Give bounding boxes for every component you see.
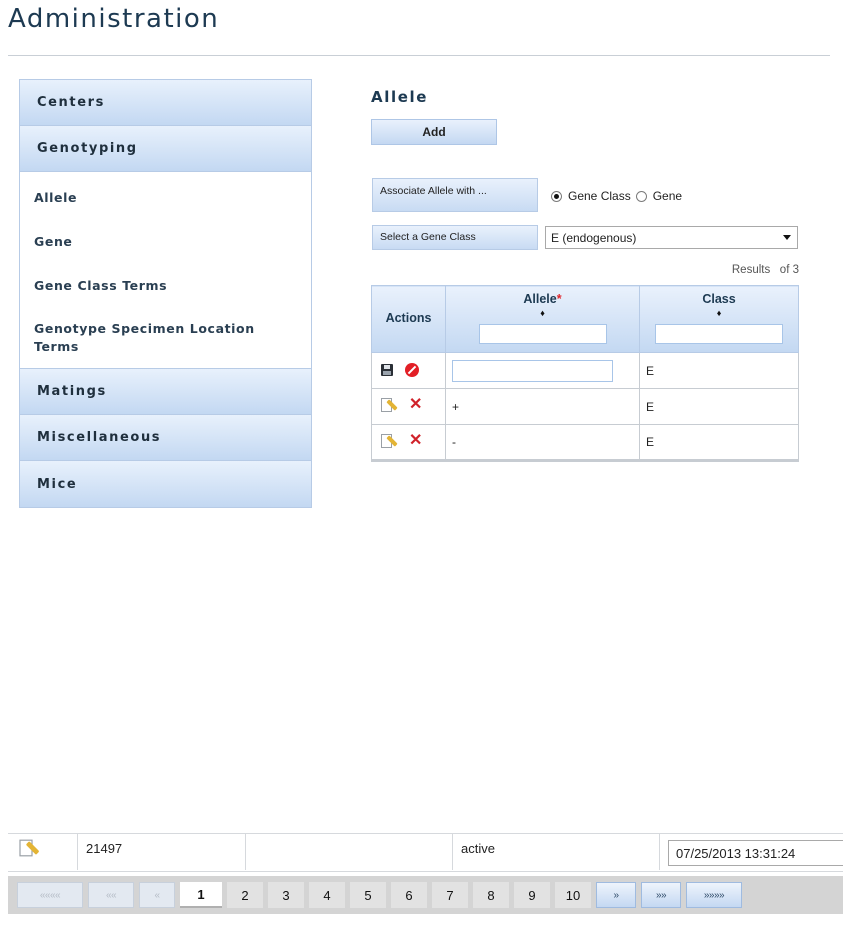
select-gene-class-label: Select a Gene Class [372,225,538,250]
pager-prev-button[interactable]: « [139,882,175,908]
column-header-actions: Actions [371,285,446,353]
associate-radio-group: Gene Class Gene [551,189,687,203]
results-count: Results of 3 [731,264,799,276]
sidebar-section-miscellaneous[interactable]: Miscellaneous [20,415,311,461]
gene-class-select[interactable]: E (endogenous) [545,226,798,249]
row-class-cell: E [639,352,799,389]
row-actions: ✕ [371,388,446,425]
sidebar-item-gene[interactable]: Gene [20,220,311,264]
chevron-down-icon [783,235,791,240]
column-header-class[interactable]: Class ♦ [639,285,799,353]
pager-page-3[interactable]: 3 [268,882,304,908]
section-heading: Allele [371,88,428,106]
sidebar-item-allele[interactable]: Allele [20,176,311,220]
column-header-allele[interactable]: Allele* ♦ [445,285,640,353]
column-header-class-label: Class [702,292,736,306]
row-allele-cell: + [445,388,640,425]
bottom-row-datetime-cell: 07/25/2013 13:31:24 [660,834,843,870]
gene-class-select-value: E (endogenous) [551,230,637,245]
row-allele-cell [445,352,640,389]
pager-first-button[interactable]: «««« [17,882,83,908]
pager-page-5[interactable]: 5 [350,882,386,908]
sidebar-section-matings[interactable]: Matings [20,369,311,415]
delete-icon[interactable]: ✕ [409,432,422,449]
row-class-cell: E [639,388,799,425]
cancel-icon[interactable] [405,362,419,377]
bottom-row-actions [8,834,78,870]
sidebar-item-genotype-specimen-location-terms[interactable]: Genotype Specimen Location Terms [20,308,311,368]
bottom-table-row: 21497 active 07/25/2013 13:31:24 [8,833,843,872]
pager-page-1[interactable]: 1 [180,882,222,908]
new-allele-input[interactable] [452,359,613,382]
edit-icon[interactable] [19,838,40,857]
sidebar-item-gene-class-terms[interactable]: Gene Class Terms [20,264,311,308]
associate-label: Associate Allele with ... [372,178,538,212]
pager-page-10[interactable]: 10 [555,882,591,908]
table-row-new: E [371,352,799,389]
sidebar-section-centers[interactable]: Centers [20,80,311,126]
class-filter-input[interactable] [655,324,783,344]
table-row: ✕ + E [371,388,799,425]
pager-page-7[interactable]: 7 [432,882,468,908]
pager-page-2[interactable]: 2 [227,882,263,908]
page-title: Administration [8,4,220,34]
radio-gene-label[interactable]: Gene [653,189,682,203]
row-actions: ✕ [371,424,446,461]
table-row: ✕ - E [371,424,799,461]
bottom-row-id: 21497 [78,834,246,870]
sidebar-section-genotyping[interactable]: Genotyping [20,126,311,172]
row-allele-cell: - [445,424,640,461]
sidebar-section-mice[interactable]: Mice [20,461,311,507]
radio-gene-class[interactable] [551,190,562,202]
allele-table: Actions Allele* ♦ Class ♦ E ✕ + E ✕ - E [371,285,799,462]
delete-icon[interactable]: ✕ [409,397,422,413]
allele-filter-input[interactable] [478,324,607,344]
pager-prev-fast-button[interactable]: «« [88,882,134,908]
row-class-cell: E [639,424,799,461]
edit-icon[interactable] [381,397,398,413]
column-header-allele-label: Allele [523,292,557,306]
title-divider [8,55,830,56]
bottom-row-empty-cell [246,834,453,870]
radio-gene-class-label[interactable]: Gene Class [568,189,631,203]
bottom-row-status: active [453,834,660,870]
required-mark: * [556,292,562,306]
pager-page-4[interactable]: 4 [309,882,345,908]
add-button[interactable]: Add [371,119,497,145]
datetime-field[interactable]: 07/25/2013 13:31:24 [668,840,843,866]
genotyping-submenu: Allele Gene Gene Class Terms Genotype Sp… [20,172,311,369]
sidebar: Centers Genotyping Allele Gene Gene Clas… [19,79,312,508]
sort-icon[interactable]: ♦ [452,308,633,318]
sort-icon[interactable]: ♦ [646,308,792,318]
pagination: «««« «« « 1 2 3 4 5 6 7 8 9 10 » »» »»»» [8,876,843,914]
pager-page-9[interactable]: 9 [514,882,550,908]
edit-icon[interactable] [381,433,398,449]
save-icon[interactable] [381,363,393,376]
pager-page-6[interactable]: 6 [391,882,427,908]
radio-gene[interactable] [635,190,647,202]
pager-next-button[interactable]: » [596,882,636,908]
pager-last-button[interactable]: »»»» [686,882,742,908]
pager-page-8[interactable]: 8 [473,882,509,908]
column-header-actions-label: Actions [385,311,432,325]
pager-next-fast-button[interactable]: »» [641,882,681,908]
row-actions [371,352,446,389]
